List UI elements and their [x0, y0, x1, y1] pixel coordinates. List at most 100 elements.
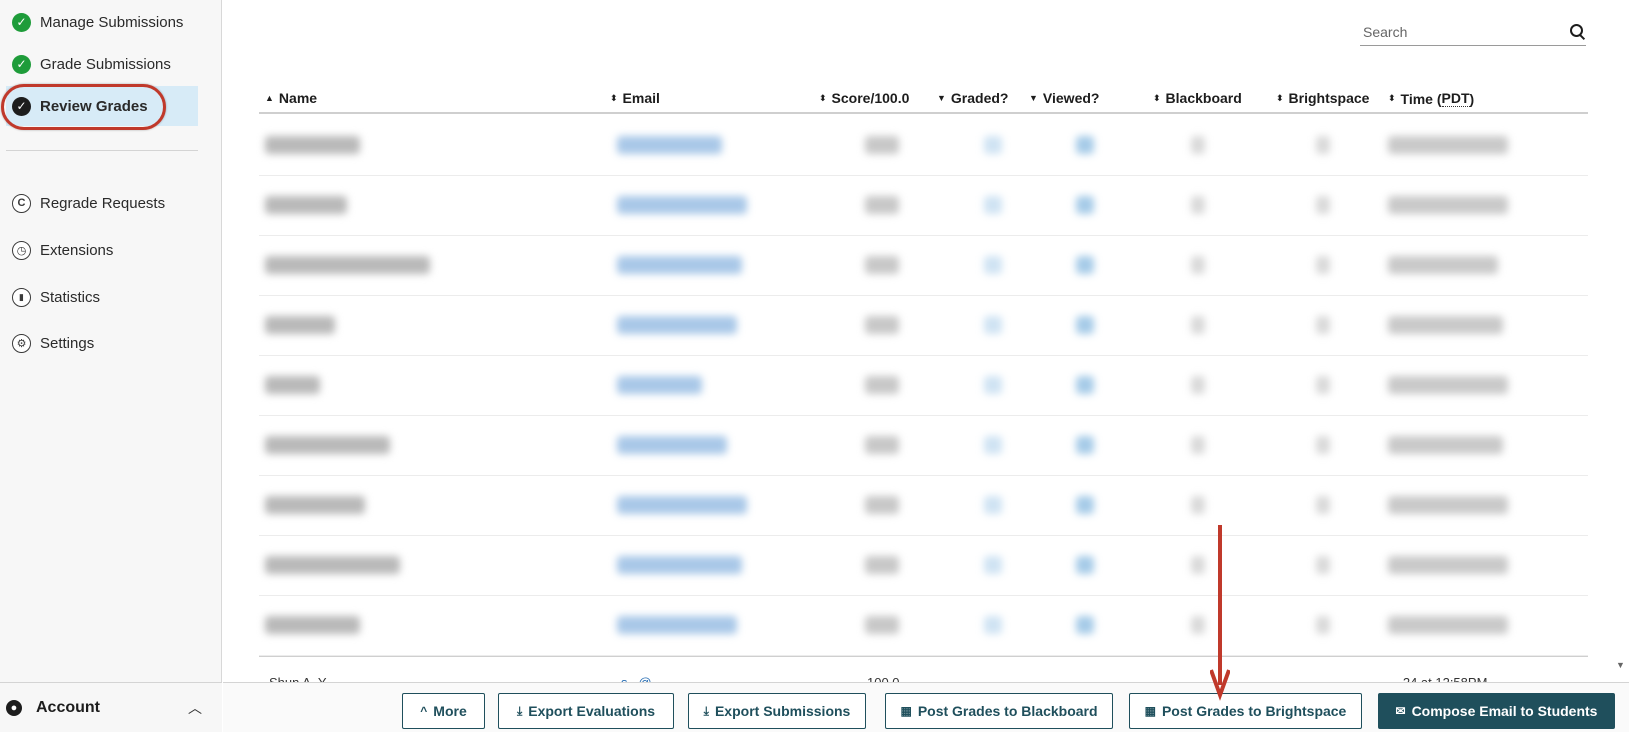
sort-icon: ⬍	[610, 92, 618, 103]
sidebar-item-label: Regrade Requests	[40, 194, 166, 212]
sort-icon: ⬍	[1276, 92, 1284, 103]
redacted-viewed	[1076, 316, 1094, 334]
search-input[interactable]	[1360, 23, 1568, 40]
redacted-score	[865, 316, 899, 334]
column-label: Time	[1400, 90, 1433, 107]
compose-email-button[interactable]: ✉ Compose Email to Students	[1378, 693, 1615, 729]
redacted-blackboard	[1191, 556, 1205, 574]
table-row[interactable]	[259, 596, 1588, 656]
table-row[interactable]	[259, 356, 1588, 416]
sidebar-item-statistics[interactable]: ▮ Statistics	[6, 277, 198, 317]
redacted-email[interactable]	[617, 556, 742, 574]
redacted-time	[1388, 256, 1498, 274]
table-header: ▲ Name ⬍ Email ⬍ Score/100.0 ▼ Graded? ▼…	[259, 84, 1588, 114]
redacted-brightspace	[1316, 436, 1330, 454]
export-evaluations-button[interactable]: ⤓ Export Evaluations	[498, 693, 674, 729]
button-label: Compose Email to Students	[1411, 703, 1598, 719]
redacted-name	[265, 136, 360, 154]
sort-icon: ⬍	[819, 92, 827, 103]
download-icon: ⤓	[516, 703, 523, 718]
table-row[interactable]	[259, 296, 1588, 356]
redacted-time	[1388, 556, 1508, 574]
redacted-time	[1388, 136, 1508, 154]
sort-asc-icon: ▲	[265, 93, 274, 103]
redacted-score	[865, 136, 899, 154]
table-row[interactable]	[259, 476, 1588, 536]
redacted-email[interactable]	[617, 436, 727, 454]
account-menu[interactable]: ● Account ︿	[0, 682, 222, 732]
table-row[interactable]	[259, 176, 1588, 236]
redacted-score	[865, 496, 899, 514]
column-header-brightspace[interactable]: ⬍ Brightspace	[1276, 90, 1369, 106]
chevron-up-icon[interactable]: ︿	[188, 698, 202, 718]
column-header-blackboard[interactable]: ⬍ Blackboard	[1153, 90, 1242, 106]
sidebar-item-extensions[interactable]: ◷ Extensions	[6, 230, 198, 270]
column-header-score[interactable]: ⬍ Score/100.0	[819, 90, 909, 106]
sidebar-item-grade-submissions[interactable]: ✓ Grade Submissions	[6, 44, 198, 84]
search-icon[interactable]	[1568, 23, 1586, 41]
redacted-name	[265, 196, 347, 214]
button-label: Export Evaluations	[528, 703, 656, 719]
redacted-time	[1388, 436, 1503, 454]
redacted-graded	[984, 136, 1002, 154]
redacted-time	[1388, 196, 1508, 214]
redacted-graded	[984, 496, 1002, 514]
column-label: Email	[622, 90, 660, 106]
redacted-email[interactable]	[617, 136, 722, 154]
redacted-blackboard	[1191, 136, 1205, 154]
column-header-email[interactable]: ⬍ Email	[610, 90, 660, 106]
check-circle-icon: ✓	[12, 54, 31, 74]
sidebar-item-label: Statistics	[40, 288, 101, 306]
column-header-time[interactable]: ⬍ Time (PDT)	[1388, 90, 1474, 107]
search-box	[1360, 18, 1586, 46]
table-row[interactable]	[259, 536, 1588, 596]
button-label: More	[433, 703, 467, 719]
redacted-graded	[984, 196, 1002, 214]
sidebar-item-manage-submissions[interactable]: ✓ Manage Submissions	[6, 2, 198, 42]
column-header-viewed[interactable]: ▼ Viewed?	[1029, 90, 1099, 106]
gear-icon: ⚙	[12, 333, 31, 353]
redacted-email[interactable]	[617, 256, 742, 274]
redacted-email[interactable]	[617, 376, 702, 394]
more-button[interactable]: ^ More	[402, 693, 485, 729]
post-grades-brightspace-button[interactable]: ▦ Post Grades to Brightspace	[1129, 693, 1362, 729]
column-header-graded[interactable]: ▼ Graded?	[937, 90, 1009, 106]
redacted-name	[265, 616, 360, 634]
redacted-viewed	[1076, 136, 1094, 154]
redacted-brightspace	[1316, 556, 1330, 574]
table-row[interactable]	[259, 236, 1588, 296]
user-icon: ●	[6, 699, 22, 716]
redacted-name	[265, 436, 390, 454]
redacted-blackboard	[1191, 436, 1205, 454]
redacted-email[interactable]	[617, 316, 737, 334]
redacted-viewed	[1076, 196, 1094, 214]
table-row[interactable]	[259, 116, 1588, 176]
redacted-email[interactable]	[617, 196, 747, 214]
export-submissions-button[interactable]: ⤓ Export Submissions	[688, 693, 866, 729]
redacted-name	[265, 496, 365, 514]
sidebar-item-label: Settings	[40, 334, 95, 352]
redacted-score	[865, 256, 899, 274]
sidebar-item-review-grades[interactable]: ✓ Review Grades	[6, 86, 198, 126]
sidebar-item-label: Extensions	[40, 241, 114, 259]
redacted-email[interactable]	[617, 616, 737, 634]
redacted-email[interactable]	[617, 496, 747, 514]
timezone-abbr: PDT	[1441, 90, 1470, 107]
check-circle-icon: ✓	[12, 96, 31, 116]
table-row[interactable]	[259, 416, 1588, 476]
redacted-time	[1388, 376, 1508, 394]
sidebar-item-regrade-requests[interactable]: C Regrade Requests	[6, 183, 198, 223]
button-label: Post Grades to Blackboard	[917, 703, 1098, 719]
redacted-score	[865, 376, 899, 394]
chevron-up-icon: ^	[420, 704, 428, 718]
sidebar-item-settings[interactable]: ⚙ Settings	[6, 323, 198, 363]
clock-icon: ◷	[12, 240, 31, 260]
redacted-viewed	[1076, 556, 1094, 574]
redacted-viewed	[1076, 496, 1094, 514]
sort-desc-icon: ▼	[937, 93, 946, 103]
column-header-name[interactable]: ▲ Name	[265, 90, 317, 106]
post-grades-blackboard-button[interactable]: ▦ Post Grades to Blackboard	[885, 693, 1113, 729]
redacted-graded	[984, 256, 1002, 274]
sort-icon: ⬍	[1153, 92, 1161, 103]
scroll-down-icon[interactable]: ▼	[1616, 660, 1625, 670]
